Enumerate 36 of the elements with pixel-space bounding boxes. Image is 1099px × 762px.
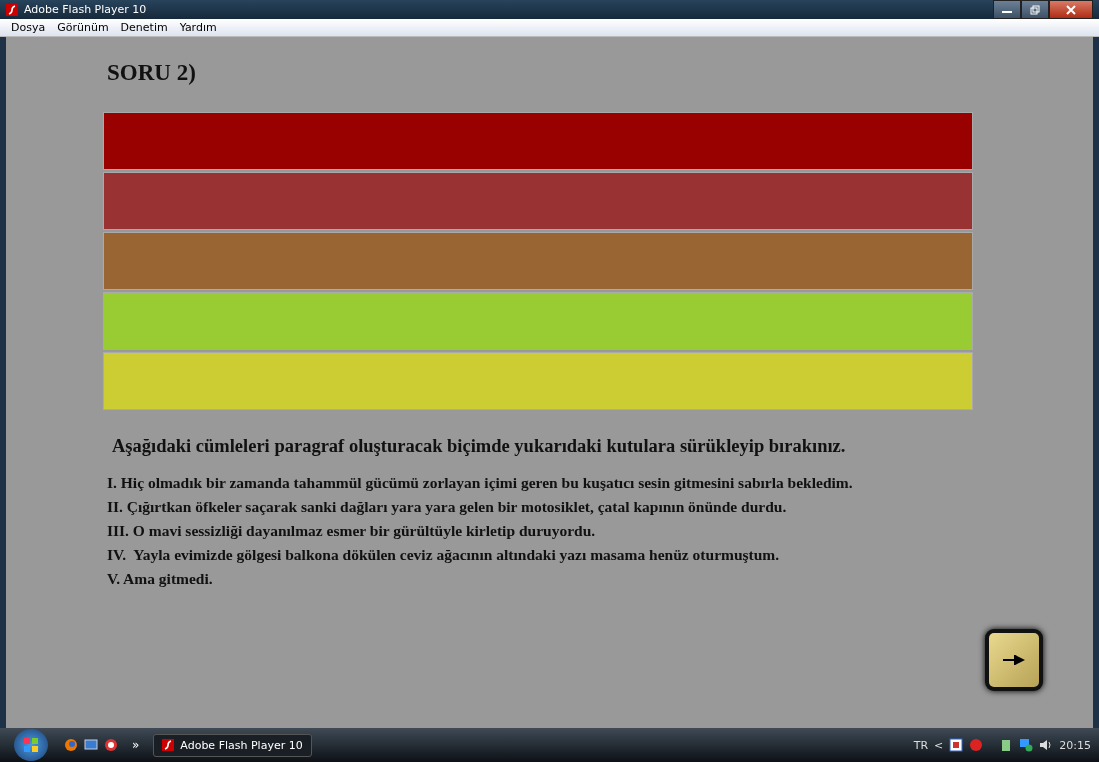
menu-item[interactable]: Dosya [6, 21, 51, 34]
menu-item[interactable]: Yardım [174, 21, 222, 34]
taskbar-button[interactable]: Adobe Flash Player 10 [153, 733, 312, 757]
tray-icon[interactable] [949, 738, 964, 752]
sentence-text[interactable]: I. Hiç olmadık bir zamanda tahammül gücümü zorlayan içimi geren bu kuşatıcı sesin gitmesini sabırla bekledim. [103, 471, 973, 495]
restore-button[interactable] [1021, 0, 1049, 19]
sentence-text[interactable]: II. Çığırtkan öfkeler saçarak sanki dağları yara yara gelen bir motosiklet, çatal kapının önünde durdu. [103, 495, 973, 519]
show-hidden-icons-button[interactable]: < [934, 738, 944, 752]
browser-icon[interactable] [64, 738, 78, 752]
flash-icon [162, 739, 175, 751]
next-button[interactable] [985, 629, 1043, 691]
flash-icon [6, 3, 18, 16]
desktop-icon[interactable] [84, 738, 98, 752]
volume-icon[interactable] [1039, 738, 1054, 752]
overflow-button[interactable]: » [132, 738, 140, 752]
drop-box[interactable] [103, 112, 973, 170]
windows-logo-icon [23, 737, 39, 753]
sentence-text[interactable]: III. O mavi sessizliği dayanılmaz esmer bir gürültüyle kirletip duruyordu. [103, 519, 973, 543]
minimize-button[interactable] [993, 0, 1021, 19]
menu-item[interactable]: Denetim [115, 21, 173, 34]
question-title: SORU 2) [106, 60, 197, 87]
media-icon[interactable] [104, 738, 118, 752]
start-button[interactable] [14, 729, 48, 761]
sentence-text[interactable]: V. Ama gitmedi. [103, 567, 973, 591]
drop-box[interactable] [103, 172, 973, 230]
network-icon[interactable] [1019, 738, 1034, 752]
menu-item[interactable]: Görünüm [52, 21, 114, 34]
window-title: Adobe Flash Player 10 [24, 3, 147, 16]
instruction-text: Aşağıdaki cümleleri paragraf oluşturacak biçimde yukarıdaki kutulara sürükleyip bırakınız. [111, 436, 847, 457]
close-button[interactable] [1049, 0, 1093, 19]
sentence-text[interactable]: IV. Yayla evimizde gölgesi balkona dökülen ceviz ağacının altındaki yazı masama henüz oturmuştum. [103, 543, 973, 567]
arrow-icon [1003, 655, 1025, 665]
restore-icon [1030, 4, 1040, 15]
close-icon [1066, 4, 1076, 15]
language-indicator[interactable]: TR [913, 738, 929, 752]
clock[interactable]: 20:15 [1059, 738, 1091, 752]
